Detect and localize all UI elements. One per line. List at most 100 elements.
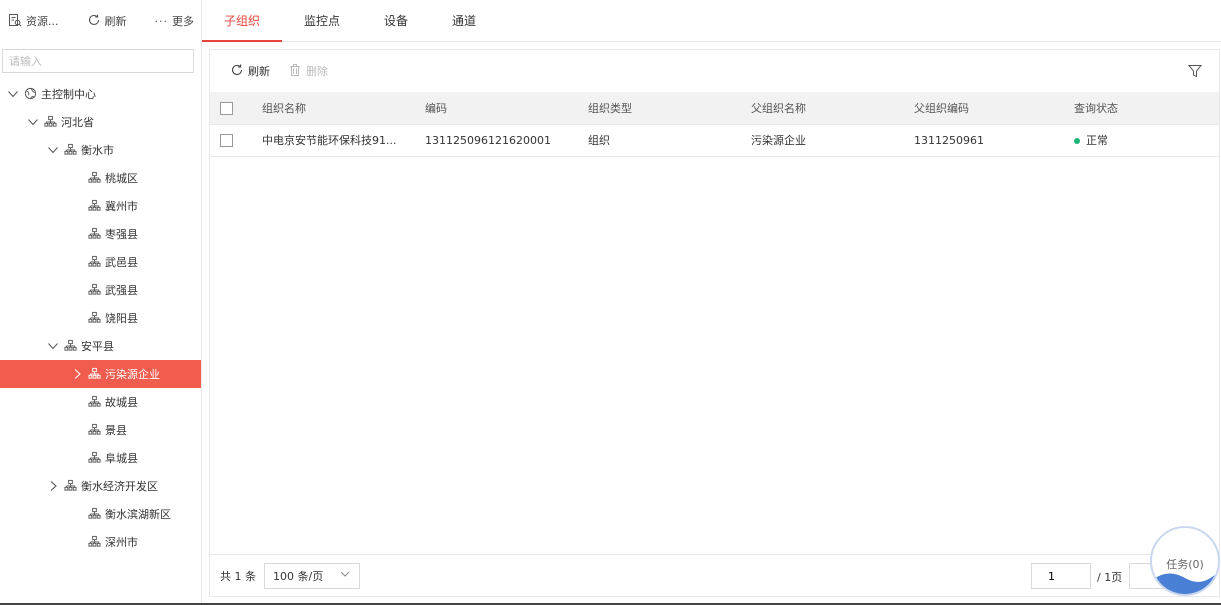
org-icon xyxy=(88,423,102,437)
org-icon xyxy=(64,339,78,353)
chevron-down-icon[interactable] xyxy=(46,339,60,353)
tree-node[interactable]: 枣强县 xyxy=(0,220,201,248)
cell-name: 中电京安节能环保科技91... xyxy=(246,124,409,157)
select-all-cell xyxy=(210,92,246,125)
sub-org-panel: 刷新 删除 组织名称 编码 组织类型 父组织名称 父组织编码 查询状态 中电京安… xyxy=(209,49,1220,597)
tree-search-input[interactable] xyxy=(2,49,194,73)
tree-node-label: 深州市 xyxy=(105,536,138,549)
cell-text: 1311250961 xyxy=(914,133,984,147)
cell-parent-code: 1311250961 xyxy=(898,124,1058,157)
chevron-down-icon[interactable] xyxy=(46,143,60,157)
tree-node-label: 衡水市 xyxy=(81,144,114,157)
chevron-right-icon[interactable] xyxy=(70,367,84,381)
tree-node[interactable]: 衡水经济开发区 xyxy=(0,472,201,500)
tree-node[interactable]: 景县 xyxy=(0,416,201,444)
tree-node[interactable]: 河北省 xyxy=(0,108,201,136)
org-icon xyxy=(88,451,102,465)
org-icon xyxy=(88,507,102,521)
table-row[interactable]: 中电京安节能环保科技91... 131125096121620001 组织 污染源企业… xyxy=(210,124,1219,157)
org-icon xyxy=(88,199,102,213)
trash-icon xyxy=(288,63,302,80)
page-size-select[interactable]: 100 条/页 xyxy=(264,562,360,589)
refresh-icon xyxy=(230,63,244,80)
tree-node-label: 冀州市 xyxy=(105,200,138,213)
tree-refresh-button[interactable]: 刷新 xyxy=(87,13,127,30)
status-ok-icon xyxy=(1074,138,1080,144)
tree-node[interactable]: 饶阳县 xyxy=(0,304,201,332)
tree-node[interactable]: 衡水滨湖新区 xyxy=(0,500,201,528)
filter-icon[interactable] xyxy=(1187,63,1203,79)
row-checkbox[interactable] xyxy=(220,133,233,147)
tree-node[interactable]: 武强县 xyxy=(0,276,201,304)
org-icon xyxy=(64,479,78,493)
tree-node[interactable]: 主控制中心 xyxy=(0,80,201,108)
tree-node[interactable]: 阜城县 xyxy=(0,444,201,472)
tab-sub-org[interactable]: 子组织 xyxy=(202,0,283,42)
col-parent-name: 父组织名称 xyxy=(735,92,898,125)
pagination-bar: 共 1 条 100 条/页 / 1页 xyxy=(210,554,1219,596)
cell-status: 正常 xyxy=(1058,124,1219,157)
tree-node[interactable]: 桃城区 xyxy=(0,164,201,192)
tab-monitor-point[interactable]: 监控点 xyxy=(282,0,362,41)
tree-node[interactable]: 武邑县 xyxy=(0,248,201,276)
tree-node-label: 枣强县 xyxy=(105,228,138,241)
current-page-input[interactable] xyxy=(1031,563,1091,589)
tab-channel[interactable]: 通道 xyxy=(430,0,498,41)
more-label: 更多 xyxy=(172,15,194,28)
select-all-checkbox[interactable] xyxy=(220,101,233,115)
org-icon xyxy=(88,367,102,381)
chevron-right-icon[interactable] xyxy=(46,479,60,493)
tree-node-label: 桃城区 xyxy=(105,172,138,185)
cell-type: 组织 xyxy=(572,124,735,157)
cell-text: 组织 xyxy=(588,134,610,147)
col-code: 编码 xyxy=(409,92,572,125)
org-icon xyxy=(88,395,102,409)
tree-node[interactable]: 衡水市 xyxy=(0,136,201,164)
cell-text: 131125096121620001 xyxy=(425,133,551,147)
tree-node-label: 故城县 xyxy=(105,396,138,409)
tree-node[interactable]: 冀州市 xyxy=(0,192,201,220)
tab-device[interactable]: 设备 xyxy=(362,0,430,41)
app-window: 资源... 刷新 ··· 更多 主控制中心河北省衡水市桃城区冀州市枣强县武邑县武… xyxy=(0,0,1221,605)
table-header: 组织名称 编码 组织类型 父组织名称 父组织编码 查询状态 xyxy=(210,92,1219,125)
col-org-type: 组织类型 xyxy=(572,92,735,125)
tree-node-label: 主控制中心 xyxy=(41,88,96,101)
cell-text: 中电京安节能环保科技91... xyxy=(262,134,397,147)
tree-node[interactable]: 污染源企业 xyxy=(0,360,201,388)
chevron-down-icon[interactable] xyxy=(26,115,40,129)
total-count: 共 1 条 xyxy=(220,569,256,583)
col-parent-code: 父组织编码 xyxy=(898,92,1058,125)
task-label: 任务(0) xyxy=(1166,558,1204,571)
tree-node-label: 污染源企业 xyxy=(105,368,160,381)
left-toolbar: 资源... 刷新 ··· 更多 xyxy=(0,0,201,42)
cell-parent-name: 污染源企业 xyxy=(735,124,898,157)
tab-bar: 子组织 监控点 设备 通道 xyxy=(202,0,1221,42)
delete-button[interactable]: 删除 xyxy=(288,63,328,80)
tree-node[interactable]: 深州市 xyxy=(0,528,201,556)
task-bubble-button[interactable]: 任务(0) xyxy=(1150,526,1220,596)
resource-label: 资源... xyxy=(26,15,59,28)
ellipsis-icon: ··· xyxy=(154,14,168,28)
org-icon xyxy=(44,115,58,129)
org-icon xyxy=(88,227,102,241)
chevron-down-icon[interactable] xyxy=(6,87,20,101)
resource-button[interactable]: 资源... xyxy=(8,13,59,30)
cell-text: 正常 xyxy=(1086,134,1108,147)
org-icon xyxy=(64,143,78,157)
more-button[interactable]: ··· 更多 xyxy=(155,13,195,29)
col-query-status: 查询状态 xyxy=(1058,92,1219,125)
tree-node-label: 河北省 xyxy=(61,116,94,129)
globe-icon xyxy=(24,87,38,101)
tree-node[interactable]: 故城县 xyxy=(0,388,201,416)
tree-node[interactable]: 安平县 xyxy=(0,332,201,360)
tree-node-label: 衡水滨湖新区 xyxy=(105,508,171,521)
tree-node-label: 武强县 xyxy=(105,284,138,297)
refresh-button[interactable]: 刷新 xyxy=(230,63,270,80)
refresh-icon xyxy=(87,13,101,30)
tree-node-label: 武邑县 xyxy=(105,256,138,269)
org-icon xyxy=(88,283,102,297)
page-size-value: 100 条/页 xyxy=(273,569,324,583)
org-icon xyxy=(88,255,102,269)
tree-node-label: 安平县 xyxy=(81,340,114,353)
sub-org-table: 组织名称 编码 组织类型 父组织名称 父组织编码 查询状态 中电京安节能环保科技91...… xyxy=(210,92,1219,157)
